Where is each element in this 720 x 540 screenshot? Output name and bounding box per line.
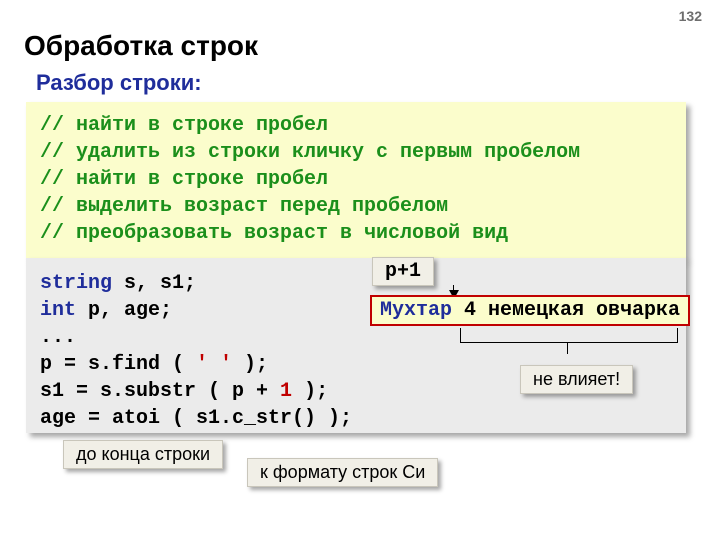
comments-block: // найти в строке пробел // удалить из с…	[26, 102, 686, 259]
code-text: p = s.find (	[40, 353, 196, 376]
page-number: 132	[679, 8, 702, 24]
code-line-1: string s, s1;	[40, 270, 672, 297]
keyword-string: string	[40, 272, 112, 295]
code-block: string s, s1; int p, age; ... p = s.find…	[26, 258, 686, 433]
bracket-under-substring	[460, 328, 678, 343]
code-line-6: age = atoi ( s1.c_str() );	[40, 405, 672, 432]
string-part-rest: 4 немецкая овчарка	[464, 299, 680, 322]
label-ne-vliyaet: не влияет!	[520, 365, 633, 394]
bracket-stem	[567, 342, 568, 354]
label-do-kontsa: до конца строки	[63, 440, 223, 469]
code-text: s1 = s.substr ( p +	[40, 380, 280, 403]
code-text: );	[232, 353, 268, 376]
code-literal: ' '	[196, 353, 232, 376]
keyword-int: int	[40, 299, 76, 322]
slide-subtitle: Разбор строки:	[36, 70, 202, 96]
string-part-name: Мухтар	[380, 299, 452, 322]
label-k-formatu: к формату строк Си	[247, 458, 438, 487]
code-text: s, s1;	[112, 272, 196, 295]
example-string-box: Мухтар 4 немецкая овчарка	[370, 295, 690, 326]
code-number: 1	[280, 380, 292, 403]
label-p-plus-1: p+1	[372, 257, 434, 286]
code-text: );	[292, 380, 328, 403]
code-text: p, age;	[76, 299, 172, 322]
slide-title: Обработка строк	[24, 30, 258, 62]
